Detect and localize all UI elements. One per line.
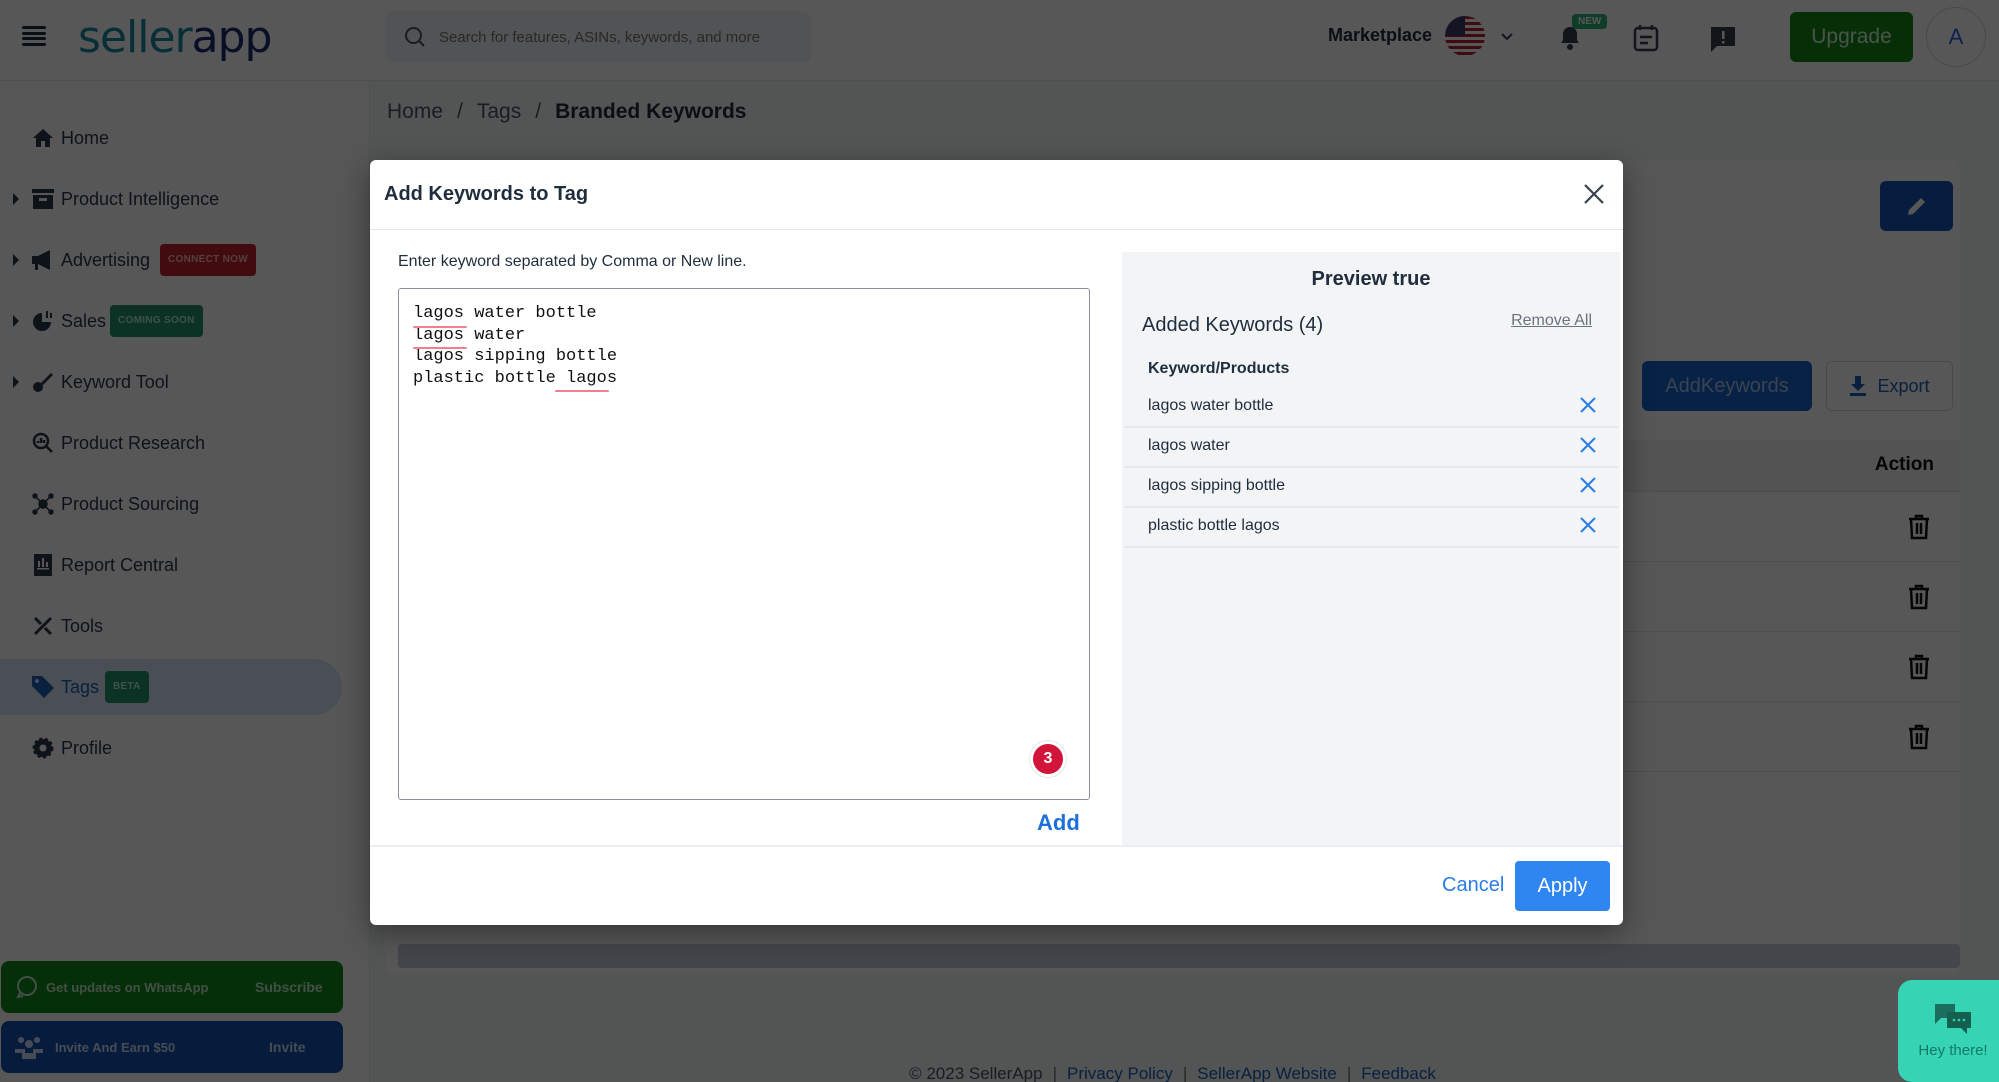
keyword-list-item: plastic bottle lagos <box>1124 508 1618 548</box>
chat-greeting: Hey there! <box>1918 1041 1988 1059</box>
keyword-instructions: Enter keyword separated by Comma or New … <box>398 253 747 270</box>
keywords-preview-panel: Preview true Added Keywords (4) Remove A… <box>1122 252 1620 845</box>
remove-keyword-icon[interactable] <box>1578 435 1598 455</box>
spellcheck-underline <box>555 390 609 392</box>
added-keywords-count: Added Keywords (4) <box>1142 314 1324 336</box>
keyword-list-item: lagos water <box>1124 428 1618 468</box>
keyword-column-header: Keyword/Products <box>1148 360 1290 377</box>
remove-keyword-icon[interactable] <box>1578 395 1598 415</box>
add-keywords-modal: Add Keywords to Tag Enter keyword separa… <box>370 160 1623 925</box>
spellcheck-underline <box>413 326 467 328</box>
grammar-issues-badge[interactable]: 3 <box>1029 740 1067 778</box>
chat-widget[interactable]: Hey there! <box>1898 980 1999 1082</box>
remove-keyword-icon[interactable] <box>1578 515 1598 535</box>
keyword-list-item: lagos water bottle <box>1124 388 1618 428</box>
keywords-textarea[interactable] <box>398 288 1090 800</box>
close-icon[interactable] <box>1582 182 1606 206</box>
chat-bubbles-icon <box>1935 1003 1971 1034</box>
modal-title: Add Keywords to Tag <box>384 183 589 205</box>
remove-keyword-icon[interactable] <box>1578 475 1598 495</box>
modal-header: Add Keywords to Tag <box>370 160 1623 230</box>
modal-footer: Cancel Apply <box>370 845 1623 925</box>
keyword-list-item: lagos sipping bottle <box>1124 468 1618 508</box>
spellcheck-underline <box>413 347 467 349</box>
add-keywords-link[interactable]: Add <box>1037 810 1080 836</box>
apply-button[interactable]: Apply <box>1515 861 1610 911</box>
preview-title: Preview true <box>1311 268 1431 290</box>
cancel-button[interactable]: Cancel <box>1442 874 1504 897</box>
remove-all-link[interactable]: Remove All <box>1511 312 1592 330</box>
